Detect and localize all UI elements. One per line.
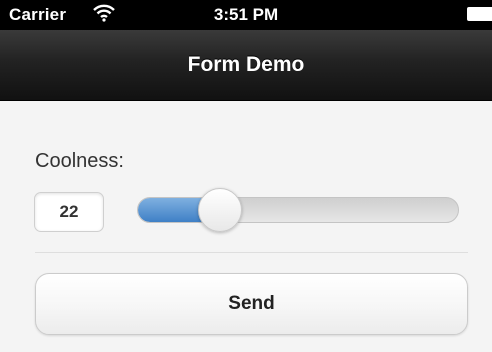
page-title: Form Demo xyxy=(187,53,305,76)
coolness-label: Coolness: xyxy=(35,150,124,172)
navigation-bar: Form Demo xyxy=(0,30,492,101)
send-button[interactable]: Send xyxy=(35,273,468,335)
app-screen: Carrier 3:51 PM Form Demo Coolness: 22 S… xyxy=(0,0,492,352)
status-time: 3:51 PM xyxy=(213,5,279,24)
coolness-value-field[interactable]: 22 xyxy=(34,192,104,232)
battery-icon xyxy=(467,7,492,21)
coolness-slider-track[interactable] xyxy=(137,197,459,223)
form-divider xyxy=(35,252,468,253)
coolness-slider-thumb[interactable] xyxy=(198,188,243,232)
status-bar: Carrier 3:51 PM xyxy=(0,0,492,30)
